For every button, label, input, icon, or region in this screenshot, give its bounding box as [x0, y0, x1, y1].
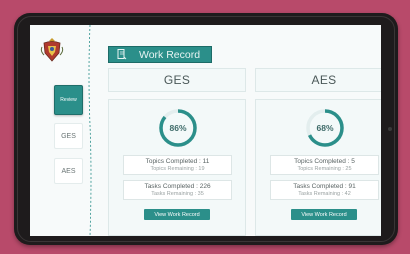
crest-emblem-icon — [40, 38, 64, 62]
column-title: GES — [163, 73, 191, 87]
page-title-bar: Work Record — [108, 46, 212, 63]
tasks-completed: Tasks Completed : 226 — [144, 183, 211, 190]
progress-ring — [306, 109, 344, 147]
sidebar-item-label: Review — [60, 97, 77, 103]
app-screen: Review GES AES Work Record GES AES 86% T… — [30, 25, 381, 236]
tasks-remaining: Tasks Remaining : 35 — [151, 191, 204, 197]
tasks-stat-box: Tasks Completed : 226 Tasks Remaining : … — [123, 180, 232, 200]
topics-remaining: Topics Remaining : 25 — [297, 166, 352, 172]
camera-dot — [388, 127, 392, 131]
sidebar: Review GES AES — [30, 25, 88, 236]
topics-completed: Topics Completed : 5 — [294, 158, 355, 165]
sidebar-item-label: GES — [61, 132, 76, 140]
topics-remaining: Topics Remaining : 19 — [150, 166, 205, 172]
sidebar-item-review[interactable]: Review — [54, 85, 83, 115]
view-work-record-button[interactable]: View Work Record — [291, 209, 357, 220]
ges-panel: 86% Topics Completed : 11 Topics Remaini… — [108, 99, 246, 236]
progress-percent: 68% — [316, 123, 334, 133]
progress-percent: 86% — [169, 123, 187, 133]
topics-stat-box: Topics Completed : 11 Topics Remaining :… — [123, 155, 232, 175]
view-work-record-button[interactable]: View Work Record — [144, 209, 210, 220]
sidebar-item-aes[interactable]: AES — [54, 158, 83, 184]
progress-ring — [159, 109, 197, 147]
topics-stat-box: Topics Completed : 5 Topics Remaining : … — [270, 155, 379, 175]
sidebar-divider — [88, 25, 92, 236]
tablet-frame: Review GES AES Work Record GES AES 86% T… — [14, 13, 398, 245]
tasks-completed: Tasks Completed : 91 — [293, 183, 356, 190]
ges-column-header: GES — [108, 68, 246, 92]
column-title: AES — [311, 73, 337, 87]
topics-completed: Topics Completed : 11 — [145, 158, 210, 165]
page-title: Work Record — [139, 48, 201, 61]
sidebar-item-ges[interactable]: GES — [54, 123, 83, 149]
aes-column-header: AES — [255, 68, 381, 92]
tasks-stat-box: Tasks Completed : 91 Tasks Remaining : 4… — [270, 180, 379, 200]
document-icon — [115, 49, 129, 60]
tasks-remaining: Tasks Remaining : 42 — [298, 191, 351, 197]
aes-panel: 68% Topics Completed : 5 Topics Remainin… — [255, 99, 381, 236]
sidebar-item-label: AES — [61, 167, 76, 175]
